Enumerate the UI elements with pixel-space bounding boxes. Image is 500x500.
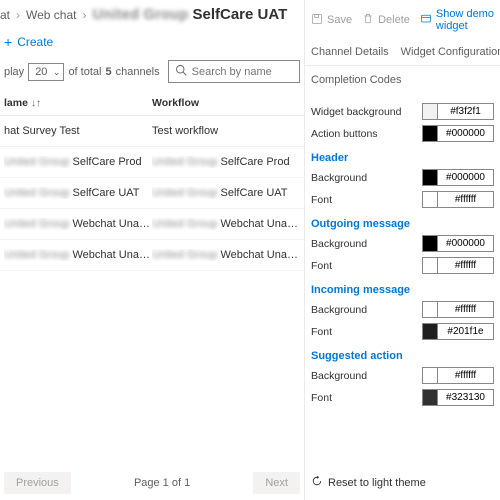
sort-icon: ↓↑ [31,98,41,109]
search-input[interactable] [192,66,293,78]
previous-button[interactable]: Previous [4,472,71,494]
header-bg-color[interactable] [422,169,494,186]
channels-table: lame ↓↑ Workflow hat Survey TestTest wor… [0,91,304,466]
save-button[interactable]: Save [311,13,352,28]
column-workflow[interactable]: Workflow [152,97,300,109]
chevron-right-icon: › [16,8,20,22]
tab-completion-codes[interactable]: Completion Codes [305,66,500,94]
toolbar: Save Delete Show demo widget [305,0,500,40]
table-row[interactable]: United Group SelfCare UATUnited Group Se… [0,178,304,209]
display-control: play 20 ⌄ of total 5 channels [4,63,160,81]
delete-button[interactable]: Delete [362,13,410,28]
header-section: Header [311,152,348,164]
action-btn-label: Action buttons [311,128,378,140]
chevron-down-icon: ⌄ [53,67,61,78]
column-name[interactable]: lame ↓↑ [4,97,152,109]
widget-bg-label: Widget background [311,106,401,118]
table-row[interactable]: hat Survey TestTest workflow [0,116,304,147]
page-info: Page 1 of 1 [134,477,190,489]
config-panel: Widget background Action buttons Header … [305,94,500,464]
reset-icon [311,475,323,490]
page-size-select[interactable]: 20 ⌄ [28,63,64,81]
header-font-color[interactable] [422,191,494,208]
trash-icon [362,13,374,28]
widget-bg-color[interactable] [422,103,494,120]
outgoing-font-color[interactable] [422,257,494,274]
search-icon [175,64,187,79]
action-btn-color[interactable] [422,125,494,142]
incoming-bg-color[interactable] [422,301,494,318]
table-row[interactable]: United Group SelfCare ProdUnited Group S… [0,147,304,178]
suggested-font-color[interactable] [422,389,494,406]
create-label: Create [17,35,53,49]
next-button[interactable]: Next [253,472,300,494]
show-demo-button[interactable]: Show demo widget [420,8,494,32]
incoming-section: Incoming message [311,284,410,296]
outgoing-bg-color[interactable] [422,235,494,252]
chevron-right-icon: › [83,8,87,22]
plus-icon: + [4,35,12,49]
breadcrumb-level1[interactable]: at [0,8,10,22]
outgoing-section: Outgoing message [311,218,410,230]
breadcrumb: at › Web chat › United Group SelfCare UA… [0,0,304,29]
incoming-font-color[interactable] [422,323,494,340]
widget-icon [420,13,432,28]
tab-channel-details[interactable]: Channel Details [311,40,389,65]
save-icon [311,13,323,28]
tabs: Channel Details Widget Configuration W [305,40,500,66]
tab-widget-config[interactable]: Widget Configuration [401,40,500,65]
table-row[interactable]: United Group Webchat Unauth UATUnited Gr… [0,240,304,271]
reset-theme-button[interactable]: Reset to light theme [305,464,500,500]
pager: Previous Page 1 of 1 Next [0,466,304,500]
suggested-section: Suggested action [311,350,403,362]
breadcrumb-level2[interactable]: Web chat [26,8,76,22]
suggested-bg-color[interactable] [422,367,494,384]
table-row[interactable]: United Group Webchat Unauth ProdUnited G… [0,209,304,240]
create-button[interactable]: + Create [4,35,53,49]
search-box[interactable] [168,60,300,83]
breadcrumb-current: United Group SelfCare UAT [93,6,288,23]
